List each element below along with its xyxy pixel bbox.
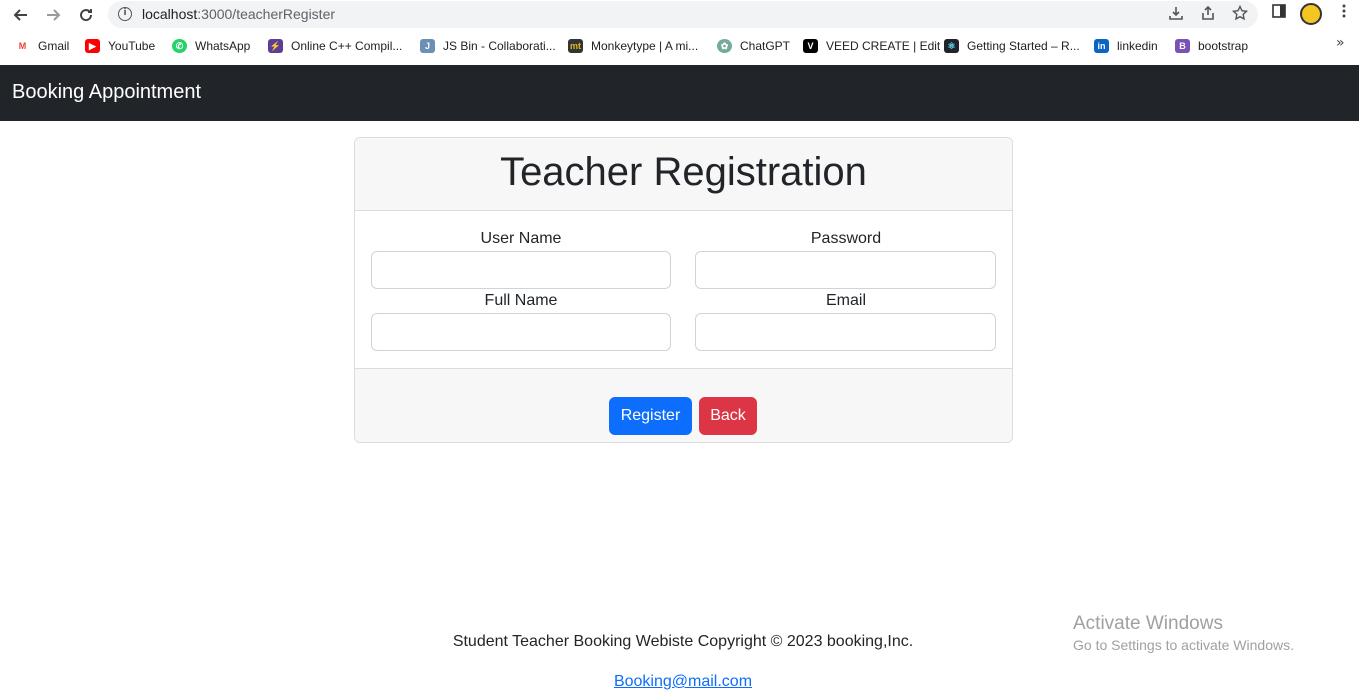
bookmark-label: JS Bin - Collaborati... [443, 39, 556, 53]
bookmark-whatsapp[interactable]: ✆ WhatsApp [172, 37, 250, 55]
url-text: localhost:3000/teacherRegister [142, 6, 336, 22]
bookmark-label: linkedin [1117, 39, 1158, 53]
fullname-input[interactable] [371, 313, 671, 351]
bookmark-label: bootstrap [1198, 39, 1249, 53]
lightning-icon: ⚡ [268, 39, 283, 53]
username-input[interactable] [371, 251, 671, 289]
install-icon[interactable] [1166, 5, 1186, 25]
side-panel-icon[interactable] [1268, 3, 1290, 25]
bookmark-label: Online C++ Compil... [291, 39, 403, 53]
bookmark-veed[interactable]: V VEED CREATE | Edit [803, 37, 940, 55]
veed-icon: V [803, 39, 818, 53]
menu-kebab-icon[interactable] [1333, 3, 1355, 25]
bookmarks-bar: M Gmail ▶ YouTube ✆ WhatsApp ⚡ Online C++ Co… [0, 34, 1359, 58]
star-icon[interactable] [1230, 4, 1250, 25]
bookmark-linkedin[interactable]: in linkedin [1094, 37, 1158, 55]
navbar-brand[interactable]: Booking Appointment [12, 81, 201, 104]
card-header: Teacher Registration [355, 138, 1012, 211]
watermark-title: Activate Windows [1073, 613, 1223, 634]
bookmark-monkeytype[interactable]: mt Monkeytype | A mi... [568, 37, 698, 55]
card-footer: Register Back [355, 368, 1012, 442]
bookmark-label: Monkeytype | A mi... [591, 39, 699, 53]
chatgpt-icon: ✿ [717, 39, 732, 53]
username-label: User Name [480, 230, 562, 247]
address-bar[interactable]: i localhost:3000/teacherRegister [108, 1, 1258, 28]
bookmark-youtube[interactable]: ▶ YouTube [85, 37, 155, 55]
bookmark-jsbin[interactable]: J JS Bin - Collaborati... [420, 37, 556, 55]
monkeytype-icon: mt [568, 39, 583, 53]
registration-card: Teacher Registration User Name Password … [354, 137, 1013, 443]
reload-icon[interactable] [75, 4, 97, 26]
bookmark-label: ChatGPT [740, 39, 791, 53]
profile-avatar[interactable] [1300, 3, 1322, 25]
password-input[interactable] [695, 251, 996, 289]
page-title: Teacher Registration [500, 150, 867, 194]
email-label: Email [825, 292, 866, 309]
linkedin-icon: in [1094, 39, 1109, 53]
bookmark-react[interactable]: ⚛ Getting Started – R... [944, 37, 1080, 55]
password-label: Password [810, 230, 882, 247]
share-icon[interactable] [1198, 5, 1218, 25]
bookmark-gmail[interactable]: M Gmail [15, 37, 69, 55]
email-input[interactable] [695, 313, 996, 351]
app-navbar: Booking Appointment [0, 65, 1359, 121]
youtube-icon: ▶ [85, 39, 100, 53]
bookmark-label: WhatsApp [195, 39, 251, 53]
site-info-icon[interactable]: i [118, 7, 132, 21]
more-bookmarks-chevron-icon[interactable]: » [1336, 35, 1345, 51]
bookmark-bootstrap[interactable]: Bbootstrap [1175, 37, 1248, 55]
fullname-label: Full Name [484, 292, 558, 309]
react-icon: ⚛ [944, 39, 959, 53]
browser-toolbar: i localhost:3000/teacherRegister [0, 0, 1359, 30]
forward-arrow-icon[interactable] [42, 4, 64, 26]
bookmark-label: YouTube [108, 39, 156, 53]
back-button[interactable]: Back [699, 397, 757, 435]
bootstrap-icon: B [1175, 39, 1190, 53]
bookmark-cpp-compiler[interactable]: ⚡ Online C++ Compil... [268, 37, 402, 55]
watermark-subtitle: Go to Settings to activate Windows. [1073, 637, 1294, 653]
bookmark-label: VEED CREATE | Edit [826, 39, 941, 53]
bookmark-label: Gmail [38, 39, 70, 53]
bookmark-label: Getting Started – R... [967, 39, 1080, 53]
footer-email-link[interactable]: Booking@mail.com [0, 673, 1359, 691]
jsbin-icon: J [420, 39, 435, 53]
activate-windows-watermark: Activate Windows Go to Settings to activ… [1073, 613, 1294, 653]
bookmark-chatgpt[interactable]: ✿ ChatGPT [717, 37, 790, 55]
register-button[interactable]: Register [609, 397, 692, 435]
back-arrow-icon[interactable] [10, 4, 32, 26]
whatsapp-icon: ✆ [172, 39, 187, 53]
gmail-icon: M [15, 39, 30, 53]
